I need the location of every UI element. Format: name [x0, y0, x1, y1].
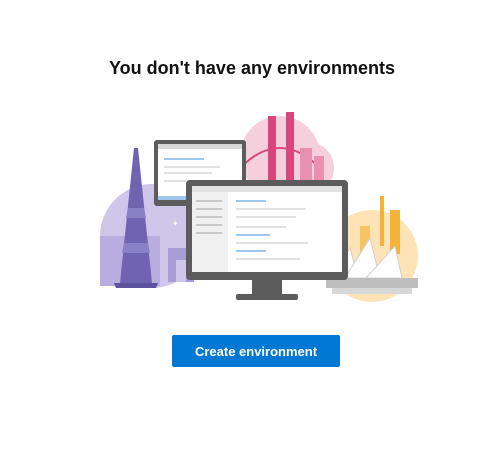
create-environment-button[interactable]: Create environment: [172, 335, 340, 367]
empty-state-title: You don't have any environments: [109, 58, 395, 78]
large-monitor-icon: [186, 180, 348, 300]
environments-illustration: ✦ ✦: [100, 112, 418, 302]
svg-text:✦: ✦: [172, 219, 179, 228]
svg-text:✦: ✦: [112, 190, 120, 200]
